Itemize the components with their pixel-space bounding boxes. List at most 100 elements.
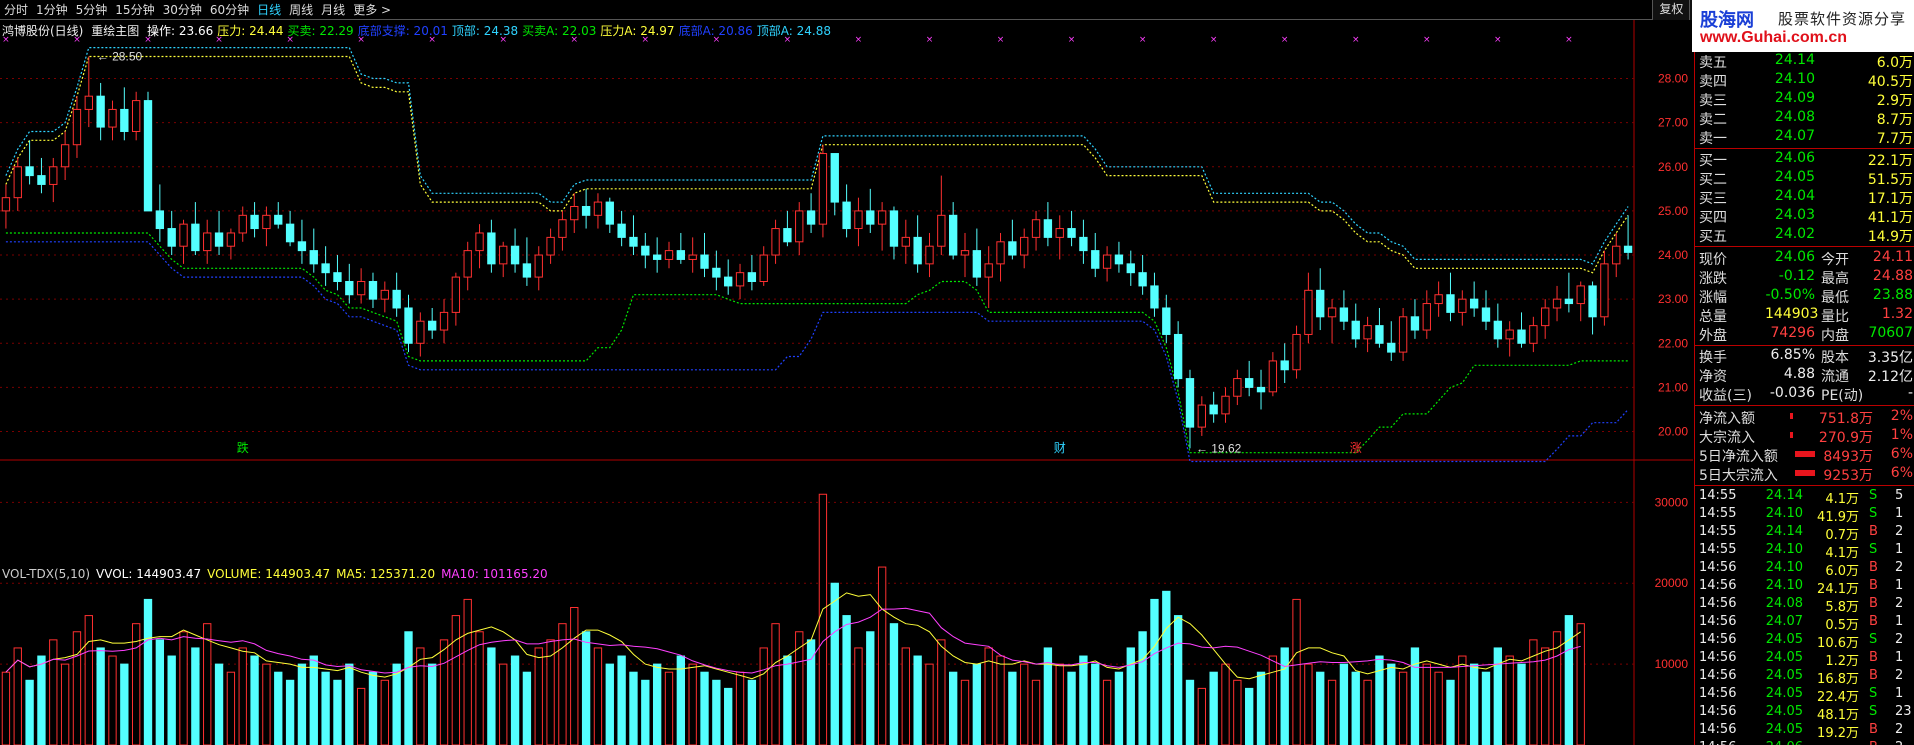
- tick-row[interactable]: 14:56 24.10 24.1万 B 1: [1695, 578, 1914, 597]
- order-book-row[interactable]: 卖二 24.08 8.7万: [1695, 109, 1914, 128]
- volume-bar: [1020, 663, 1029, 745]
- tick-row[interactable]: 14:55 24.10 4.1万 S 1: [1695, 542, 1914, 561]
- tick-row[interactable]: 14:56 24.05 10.6万 S 2: [1695, 632, 1914, 651]
- order-book-row[interactable]: 卖五 24.14 6.0万: [1695, 52, 1914, 71]
- stat-label: 总量: [1699, 309, 1727, 325]
- tick-side: S: [1869, 686, 1878, 701]
- tick-row[interactable]: 14:56 24.08 5.8万 B 2: [1695, 596, 1914, 615]
- signal-marker: ×: [1352, 35, 1360, 45]
- tick-row[interactable]: 14:55 24.14 0.7万 B 2: [1695, 524, 1914, 543]
- tick-row[interactable]: 14:56 24.05 1.2万 B 1: [1695, 650, 1914, 669]
- price-tick-label: 27.00: [1658, 116, 1688, 130]
- candle-body: [238, 214, 247, 234]
- volume-bar: [1138, 631, 1147, 745]
- event-marker[interactable]: 涨: [1350, 440, 1362, 455]
- price-tick-label: 21.00: [1658, 380, 1688, 394]
- tool-button-0[interactable]: 复权: [1652, 0, 1690, 20]
- period-tab-5[interactable]: 60分钟: [206, 0, 253, 20]
- tick-row[interactable]: 14:56 24.10 6.0万 B 2: [1695, 560, 1914, 579]
- period-tab-1[interactable]: 1分钟: [32, 0, 72, 20]
- tick-row[interactable]: 14:55 24.10 41.9万 S 1: [1695, 506, 1914, 525]
- candle-body: [1446, 294, 1455, 313]
- tick-row[interactable]: 14:56 24.05 19.2万 B 2: [1695, 722, 1914, 741]
- event-marker[interactable]: 跌: [237, 440, 249, 455]
- stat-label: 现价: [1699, 252, 1727, 268]
- candle-body: [475, 232, 484, 252]
- period-tab-0[interactable]: 分时: [0, 0, 32, 20]
- period-tab-4[interactable]: 30分钟: [159, 0, 206, 20]
- order-book-row[interactable]: 卖一 24.07 7.7万: [1695, 128, 1914, 147]
- tick-price: 24.05: [1765, 704, 1803, 719]
- volume-bar: [1458, 655, 1467, 745]
- period-tab-2[interactable]: 5分钟: [72, 0, 112, 20]
- candle-body: [1541, 307, 1550, 327]
- tick-time: 14:55: [1699, 542, 1737, 557]
- stat-value: 1.32: [1881, 306, 1913, 322]
- event-marker[interactable]: 财: [1054, 441, 1066, 455]
- kline-chart[interactable]: 28.00 27.00 26.00 25.00 24.00 23.00 22.00 21.00…: [0, 20, 1694, 745]
- order-book-row[interactable]: 买一 24.06 22.1万: [1695, 150, 1914, 169]
- candle-body: [1020, 236, 1029, 256]
- stock-title[interactable]: 鸿博股份(日线): [2, 24, 83, 38]
- candle-body: [1398, 316, 1408, 353]
- candle-body: [747, 272, 757, 283]
- tick-volume: 0.7万: [1825, 528, 1859, 543]
- period-tab-6[interactable]: 日线: [253, 0, 285, 20]
- order-book-row[interactable]: 卖三 24.09 2.9万: [1695, 90, 1914, 109]
- period-tab-3[interactable]: 15分钟: [111, 0, 158, 20]
- candle-body: [25, 166, 34, 177]
- candle-body: [676, 250, 686, 260]
- signal-marker: ×: [855, 35, 863, 45]
- flow-bar: [1790, 408, 1793, 424]
- candle-body: [1043, 219, 1053, 238]
- book-volume: 8.7万: [1876, 112, 1913, 128]
- tick-row[interactable]: 14:56 24.05 16.8万 B 2: [1695, 668, 1914, 687]
- volume-bar: [617, 655, 626, 745]
- legend-item: 操作: 23.66: [147, 24, 214, 38]
- order-book-row[interactable]: 买三 24.04 17.1万: [1695, 188, 1914, 207]
- period-tab-7[interactable]: 周线: [285, 0, 317, 20]
- tick-count: 2: [1895, 632, 1904, 647]
- low-annotation: ← 19.62: [1196, 441, 1242, 455]
- tick-row[interactable]: 14:55 24.14 4.1万 S 5: [1695, 488, 1914, 507]
- candle-body: [1434, 294, 1443, 305]
- price-tick-label: 20.00: [1658, 425, 1688, 439]
- volume-bar: [108, 655, 117, 745]
- candle-body: [972, 250, 982, 278]
- candle-body: [664, 250, 674, 260]
- stat-value: 24.06: [1774, 249, 1815, 265]
- candle-body: [1363, 325, 1372, 340]
- order-book-row[interactable]: 买二 24.05 51.5万: [1695, 169, 1914, 188]
- tick-row[interactable]: 14:56 24.07 0.5万 B 1: [1695, 614, 1914, 633]
- stat-value: -0.50%: [1765, 287, 1815, 303]
- volume-bar: [1079, 655, 1088, 745]
- indicator-name[interactable]: 重绘主图: [91, 24, 139, 38]
- order-book-row[interactable]: 买四 24.03 41.1万: [1695, 207, 1914, 226]
- tick-volume: 24.1万: [1817, 582, 1859, 597]
- tick-row[interactable]: 14:56 24.06 43.3万 B 2: [1695, 740, 1914, 745]
- candle-body: [1387, 342, 1396, 353]
- flow-label: 5日大宗流入: [1699, 468, 1778, 484]
- signal-marker: ×: [1494, 35, 1502, 45]
- period-tab-8[interactable]: 月线: [317, 0, 349, 20]
- tick-row[interactable]: 14:56 24.05 22.4万 S 1: [1695, 686, 1914, 705]
- tick-volume: 0.5万: [1825, 618, 1859, 633]
- flow-bar-fill: [1795, 451, 1815, 457]
- volume-bar: [297, 663, 307, 745]
- volume-bar: [735, 671, 745, 745]
- candle-body: [1079, 236, 1088, 252]
- candle-body: [1138, 272, 1147, 287]
- volume-bar: [925, 663, 934, 745]
- tick-row[interactable]: 14:56 24.05 48.1万 S 23: [1695, 704, 1914, 723]
- tick-time: 14:56: [1699, 632, 1737, 647]
- tick-volume: 4.1万: [1825, 492, 1859, 507]
- period-tab-9[interactable]: 更多 >: [349, 0, 395, 20]
- vol-legend-item: MA10: 101165.20: [441, 567, 548, 581]
- book-label: 买四: [1699, 210, 1727, 226]
- candle-body: [806, 210, 816, 225]
- tick-side: B: [1869, 560, 1878, 575]
- order-book-row[interactable]: 卖四 24.10 40.5万: [1695, 71, 1914, 90]
- volume-bar: [937, 639, 946, 745]
- candle-body: [226, 232, 236, 247]
- order-book-row[interactable]: 买五 24.02 14.9万: [1695, 226, 1914, 245]
